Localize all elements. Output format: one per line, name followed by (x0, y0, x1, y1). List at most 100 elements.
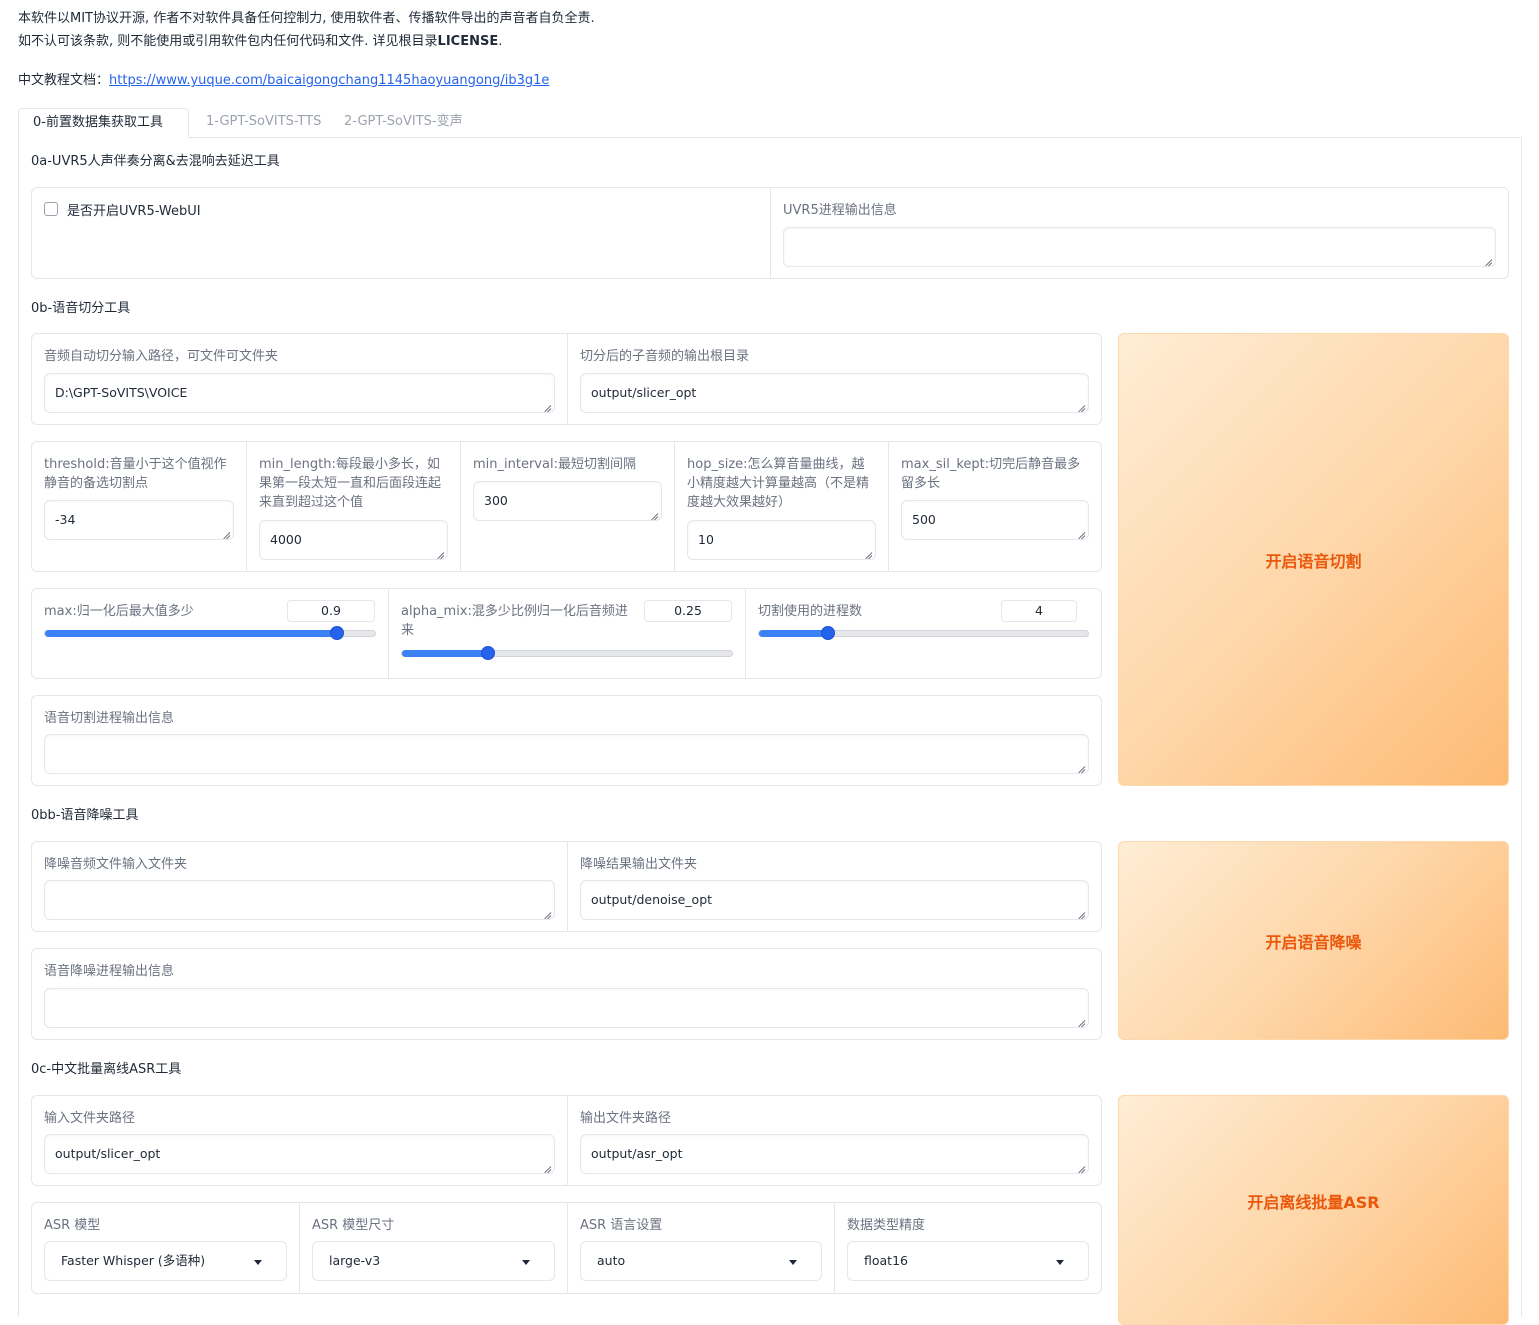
max-slider-fill (45, 630, 338, 637)
min-length-field[interactable]: 4000 (259, 520, 448, 560)
asr-model-value: Faster Whisper (多语种) (61, 1253, 206, 1268)
process-count-slider-fill (759, 630, 829, 637)
denoise-input-label: 降噪音频文件输入文件夹 (44, 857, 188, 872)
asr-input-cell: 输入文件夹路径 output/slicer_opt (32, 1096, 567, 1185)
slicer-input-label: 音频自动切分输入路径，可文件可文件夹 (44, 349, 279, 364)
min-interval-field[interactable]: 300 (473, 481, 662, 521)
max-slider[interactable] (44, 626, 376, 640)
resize-grip-icon[interactable] (544, 1163, 552, 1171)
denoise-output-label: 降噪结果输出文件夹 (580, 857, 698, 872)
asr-precision-dropdown[interactable]: float16 (847, 1241, 1089, 1281)
slicer-input-value: D:\GPT-SoVITS\VOICE (55, 385, 188, 400)
resize-grip-icon[interactable] (544, 909, 552, 917)
min-length-cell: min_length:每段最小多长，如果第一段太短一直和后面段连起来直到超过这个… (246, 442, 460, 571)
asr-input-label: 输入文件夹路径 (44, 1111, 136, 1126)
alpha-mix-slider[interactable] (401, 646, 733, 660)
asr-language-value: auto (597, 1253, 626, 1268)
min-length-value: 4000 (270, 532, 302, 547)
slicer-output-path-field[interactable]: output/slicer_opt (580, 373, 1089, 413)
uvr5-webui-checkbox-label[interactable]: 是否开启UVR5-WebUI (67, 200, 201, 219)
max-sil-kept-value: 500 (912, 512, 936, 527)
denoise-info-label: 语音降噪进程输出信息 (44, 964, 175, 979)
process-count-slider-thumb[interactable] (821, 626, 836, 640)
threshold-label: threshold:音量小于这个值视作静音的备选切割点 (44, 457, 227, 491)
hop-size-value: 10 (698, 532, 714, 547)
slicer-output-value: output/slicer_opt (591, 385, 697, 400)
alpha-mix-label: alpha_mix:混多少比例归一化后音频进来 (401, 604, 628, 638)
denoise-paths-block: 降噪音频文件输入文件夹 降噪结果输出文件夹 output/denoise_opt (31, 841, 1102, 932)
min-interval-value: 300 (484, 493, 508, 508)
chevron-down-icon (254, 1260, 262, 1265)
slicer-section-title: 0b-语音切分工具 (31, 301, 131, 316)
asr-size-dropdown[interactable]: large-v3 (312, 1241, 555, 1281)
start-asr-button[interactable]: 开启离线批量ASR (1118, 1095, 1509, 1325)
slicer-output-label: 切分后的子音频的输出根目录 (580, 349, 750, 364)
asr-output-field[interactable]: output/asr_opt (580, 1134, 1089, 1174)
asr-section-title: 0c-中文批量离线ASR工具 (31, 1062, 182, 1077)
resize-grip-icon[interactable] (651, 510, 659, 518)
resize-grip-icon[interactable] (544, 402, 552, 410)
asr-size-cell: ASR 模型尺寸 large-v3 (299, 1203, 567, 1293)
resize-grip-icon[interactable] (1078, 1163, 1086, 1171)
slicer-input-path-field[interactable]: D:\GPT-SoVITS\VOICE (44, 373, 555, 413)
asr-precision-label: 数据类型精度 (847, 1218, 926, 1233)
start-slicing-button[interactable]: 开启语音切割 (1118, 333, 1509, 786)
tab-gpt-sovits-tts[interactable]: 1-GPT-SoVITS-TTS (192, 108, 335, 138)
max-number-input[interactable]: 0.9 (287, 600, 375, 622)
asr-language-dropdown[interactable]: auto (580, 1241, 822, 1281)
threshold-value: -34 (55, 512, 76, 527)
resize-grip-icon[interactable] (1078, 1017, 1086, 1025)
resize-grip-icon[interactable] (1078, 763, 1086, 771)
max-slider-thumb[interactable] (330, 626, 345, 640)
alpha-mix-slider-thumb[interactable] (480, 646, 495, 660)
hop-size-label: hop_size:怎么算音量曲线，越小精度越大计算量越高（不是精度越大效果越好） (687, 457, 870, 510)
asr-model-cell: ASR 模型 Faster Whisper (多语种) (32, 1203, 299, 1293)
resize-grip-icon[interactable] (1485, 256, 1493, 264)
tab-gpt-sovits-voice-change[interactable]: 2-GPT-SoVITS-变声 (330, 108, 477, 138)
uvr5-output-label: UVR5进程输出信息 (783, 203, 897, 218)
doc-link[interactable]: https://www.yuque.com/baicaigongchang114… (109, 73, 549, 88)
resize-grip-icon[interactable] (1078, 402, 1086, 410)
denoise-input-field[interactable] (44, 880, 555, 920)
max-slider-cell: max:归一化后最大值多少 0.9 (32, 589, 388, 678)
start-denoise-button[interactable]: 开启语音降噪 (1118, 841, 1509, 1040)
asr-input-field[interactable]: output/slicer_opt (44, 1134, 555, 1174)
asr-output-value: output/asr_opt (591, 1146, 683, 1161)
threshold-field[interactable]: -34 (44, 500, 234, 540)
chevron-down-icon (789, 1260, 797, 1265)
process-count-number-input[interactable]: 4 (1001, 600, 1077, 622)
resize-grip-icon[interactable] (437, 549, 445, 557)
denoise-output-field[interactable]: output/denoise_opt (580, 880, 1089, 920)
slicer-sliders-block: max:归一化后最大值多少 0.9 alpha_mix:混多少比例归一化后音频进… (31, 588, 1102, 679)
asr-paths-block: 输入文件夹路径 output/slicer_opt 输出文件夹路径 output… (31, 1095, 1102, 1186)
max-sil-kept-label: max_sil_kept:切完后静音最多留多长 (901, 457, 1081, 491)
alpha-mix-number-input[interactable]: 0.25 (644, 600, 732, 622)
denoise-output-cell: 降噪结果输出文件夹 output/denoise_opt (567, 842, 1101, 931)
resize-grip-icon[interactable] (1078, 909, 1086, 917)
process-count-slider[interactable] (758, 626, 1089, 640)
uvr5-section-title: 0a-UVR5人声伴奏分离&去混响去延迟工具 (31, 154, 280, 169)
slicer-info-block: 语音切割进程输出信息 (31, 695, 1102, 786)
hop-size-field[interactable]: 10 (687, 520, 876, 560)
tab-dataset-tools[interactable]: 0-前置数据集获取工具 (18, 108, 189, 138)
chevron-down-icon (1056, 1260, 1064, 1265)
denoise-output-value: output/denoise_opt (591, 892, 713, 907)
tab-bar: 0-前置数据集获取工具 1-GPT-SoVITS-TTS 2-GPT-SoVIT… (18, 108, 1522, 138)
resize-grip-icon[interactable] (865, 549, 873, 557)
uvr5-output-textbox[interactable] (783, 227, 1496, 267)
min-interval-label: min_interval:最短切割间隔 (473, 457, 636, 472)
uvr5-webui-checkbox[interactable] (44, 202, 58, 216)
uvr5-output-cell: UVR5进程输出信息 (770, 188, 1508, 278)
asr-output-cell: 输出文件夹路径 output/asr_opt (567, 1096, 1101, 1185)
resize-grip-icon[interactable] (1078, 529, 1086, 537)
asr-model-dropdown[interactable]: Faster Whisper (多语种) (44, 1241, 287, 1281)
denoise-info-textbox[interactable] (44, 988, 1089, 1028)
resize-grip-icon[interactable] (223, 529, 231, 537)
alpha-mix-slider-cell: alpha_mix:混多少比例归一化后音频进来 0.25 (388, 589, 745, 678)
slicer-info-textbox[interactable] (44, 734, 1089, 774)
hop-size-cell: hop_size:怎么算音量曲线，越小精度越大计算量越高（不是精度越大效果越好）… (674, 442, 888, 571)
slicer-output-cell: 切分后的子音频的输出根目录 output/slicer_opt (567, 334, 1101, 424)
max-sil-kept-field[interactable]: 500 (901, 500, 1089, 540)
license-notice-line-1: 本软件以MIT协议开源, 作者不对软件具备任何控制力, 使用软件者、传播软件导出… (18, 11, 595, 26)
asr-input-value: output/slicer_opt (55, 1146, 161, 1161)
